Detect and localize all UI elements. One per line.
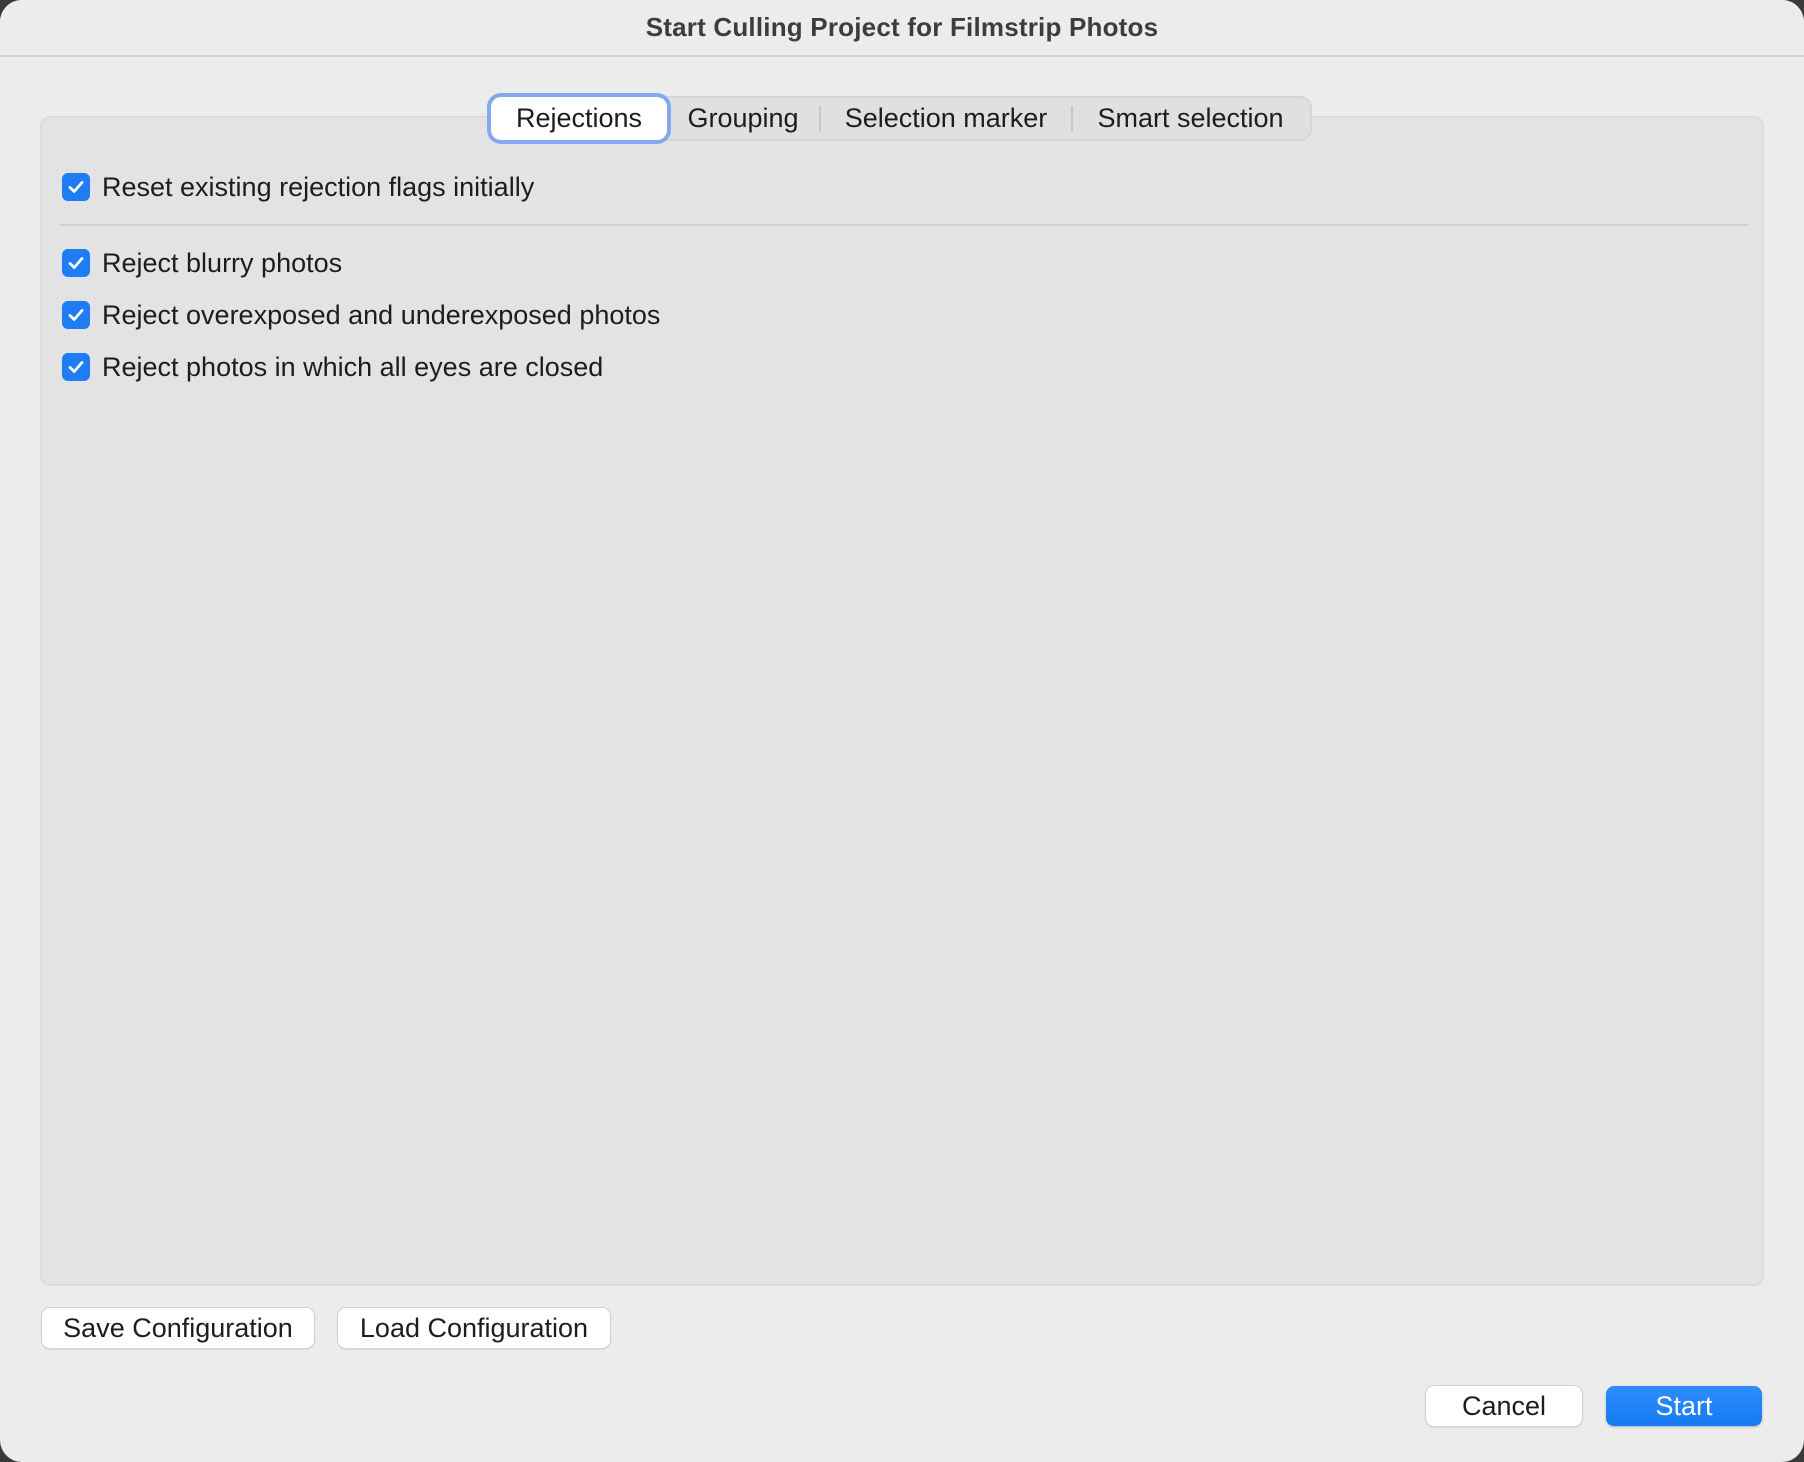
reject-closed-eyes-option[interactable]: Reject photos in which all eyes are clos… (62, 350, 603, 384)
reset-flags-checkbox[interactable] (62, 173, 90, 201)
checkmark-icon (68, 361, 84, 373)
tab-content-panel (40, 116, 1764, 1286)
load-configuration-button[interactable]: Load Configuration (338, 1308, 610, 1348)
title-bar: Start Culling Project for Filmstrip Phot… (0, 0, 1804, 57)
start-button[interactable]: Start (1606, 1386, 1762, 1426)
reject-exposure-label: Reject overexposed and underexposed phot… (102, 299, 661, 330)
checkmark-icon (68, 257, 84, 269)
tab-smart-selection[interactable]: Smart selection (1073, 96, 1308, 141)
checkmark-icon (68, 181, 84, 193)
reset-flags-option[interactable]: Reset existing rejection flags initially (62, 170, 534, 204)
reject-closed-eyes-checkbox[interactable] (62, 353, 90, 381)
section-divider (60, 224, 1748, 226)
tab-grouping[interactable]: Grouping (667, 96, 819, 141)
dialog-window: Start Culling Project for Filmstrip Phot… (0, 0, 1804, 1462)
reject-blurry-checkbox[interactable] (62, 249, 90, 277)
tab-rejections[interactable]: Rejections (491, 97, 667, 140)
save-configuration-button[interactable]: Save Configuration (42, 1308, 314, 1348)
tab-selection-marker[interactable]: Selection marker (821, 96, 1071, 141)
reject-blurry-label: Reject blurry photos (102, 247, 343, 278)
window-title: Start Culling Project for Filmstrip Phot… (645, 12, 1159, 42)
cancel-button[interactable]: Cancel (1426, 1386, 1582, 1426)
reject-closed-eyes-label: Reject photos in which all eyes are clos… (102, 351, 604, 382)
reject-exposure-checkbox[interactable] (62, 301, 90, 329)
checkmark-icon (68, 309, 84, 321)
tab-bar: Rejections Grouping Selection marker Sma… (489, 96, 1312, 141)
reject-blurry-option[interactable]: Reject blurry photos (62, 246, 342, 280)
reset-flags-label: Reset existing rejection flags initially (102, 171, 535, 202)
reject-exposure-option[interactable]: Reject overexposed and underexposed phot… (62, 298, 660, 332)
